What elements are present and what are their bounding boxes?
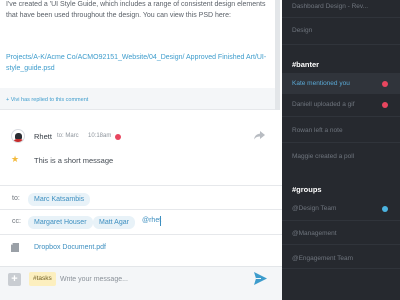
share-icon[interactable] <box>254 131 265 140</box>
divider <box>282 44 400 45</box>
sidebar-item-daniell[interactable]: Daniell uploaded a gif <box>292 101 355 108</box>
sidebar-item-engagement[interactable]: @Engagement Team <box>292 255 353 262</box>
notification-dot <box>382 206 388 212</box>
sidebar-item-design[interactable]: Design <box>292 27 312 34</box>
scrollbar[interactable] <box>275 0 280 110</box>
message-text: This is a short message <box>34 156 114 165</box>
cc-label: cc: <box>12 218 21 225</box>
send-icon[interactable] <box>254 272 267 285</box>
add-button[interactable]: + <box>8 273 21 286</box>
message-recipient: to: Marc <box>57 133 79 139</box>
notification-dot <box>382 81 388 87</box>
divider <box>282 17 400 18</box>
sidebar-item-rowan[interactable]: Rowan left a note <box>292 127 343 134</box>
conversation-pane: I've created a 'UI Style Guide, which in… <box>0 0 282 300</box>
banter-header: #banter <box>292 60 320 69</box>
divider <box>282 142 400 143</box>
cc-input[interactable]: @rhet <box>142 217 161 224</box>
divider <box>282 116 400 117</box>
message-author: Rhett <box>34 132 52 141</box>
replied-text[interactable]: + Vivi has replied to this comment <box>6 97 88 103</box>
attachment-icon <box>11 243 19 252</box>
star-icon[interactable]: ★ <box>11 155 19 164</box>
to-chip[interactable]: Marc Katsambis <box>28 193 91 206</box>
divider <box>0 185 282 186</box>
divider <box>282 220 400 221</box>
message-input[interactable] <box>60 272 240 286</box>
divider <box>282 93 400 94</box>
text-caret <box>160 216 161 226</box>
sidebar-item-design-team[interactable]: @Design Team <box>292 205 336 212</box>
sidebar-item-kate[interactable]: Kate mentioned you <box>292 80 350 87</box>
notification-dot <box>382 102 388 108</box>
attachment-link[interactable]: Dropbox Document.pdf <box>34 244 106 251</box>
sidebar-item-dashboard[interactable]: Dashboard Design - Rev... <box>292 3 368 10</box>
unread-dot <box>115 134 121 140</box>
groups-header: #groups <box>292 185 322 194</box>
to-label: to: <box>12 195 20 202</box>
divider <box>282 244 400 245</box>
tag-chip[interactable]: #tasks <box>29 272 56 286</box>
cc-chip[interactable]: Matt Agar <box>93 216 135 229</box>
sidebar-item-maggie[interactable]: Maggie created a poll <box>292 153 354 160</box>
cc-chip[interactable]: Margaret Houser <box>28 216 93 229</box>
message-time: 10:18am <box>88 133 112 139</box>
psd-link[interactable]: Projects/A-K/Acme Co/ACMO92151_Website/0… <box>6 53 268 74</box>
avatar <box>11 129 25 143</box>
divider <box>0 234 282 235</box>
divider <box>0 209 282 210</box>
divider <box>282 268 400 269</box>
sidebar: Dashboard Design - Rev... Design #banter… <box>282 0 400 300</box>
sidebar-item-management[interactable]: @Management <box>292 230 337 237</box>
message-description: I've created a 'UI Style Guide, which in… <box>6 1 266 19</box>
